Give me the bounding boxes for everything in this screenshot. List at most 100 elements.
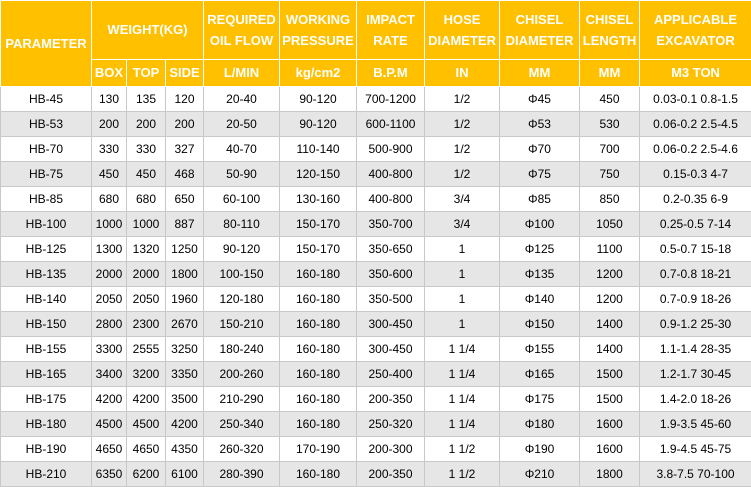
pressure-cell: 150-170 <box>280 212 357 237</box>
table-row: HB-7545045046850-90120-150400-8001/2Φ757… <box>1 162 751 187</box>
chisel-diameter-cell: Φ180 <box>500 412 580 437</box>
chisel-length-cell: 1600 <box>580 437 640 462</box>
weight-top-cell: 680 <box>127 187 166 212</box>
oil-flow-cell: 250-340 <box>204 412 280 437</box>
pressure-cell: 160-180 <box>280 412 357 437</box>
impact-rate-cell: 350-500 <box>357 287 425 312</box>
unit-pressure: kg/cm2 <box>280 59 357 86</box>
weight-top-cell: 2050 <box>127 287 166 312</box>
model-cell: HB-53 <box>1 112 92 137</box>
excavator-cell: 1.2-1.7 30-45 <box>640 362 751 387</box>
excavator-cell: 3.8-7.5 70-100 <box>640 462 751 487</box>
impact-header: IMPACT RATE <box>357 1 425 60</box>
unit-oil-flow: L/MIN <box>204 59 280 86</box>
weight-box-cell: 3300 <box>92 337 127 362</box>
excavator-cell: 0.7-0.9 18-26 <box>640 287 751 312</box>
oil-flow-cell: 260-320 <box>204 437 280 462</box>
weight-box-cell: 3400 <box>92 362 127 387</box>
hose-header-line1: HOSE <box>425 9 499 30</box>
pressure-cell: 160-180 <box>280 262 357 287</box>
hose-diameter-cell: 1 1/2 <box>425 437 500 462</box>
excavator-cell: 0.25-0.5 7-14 <box>640 212 751 237</box>
excavator-cell: 1.9-3.5 45-60 <box>640 412 751 437</box>
table-row: HB-180450045004200250-340160-180250-3201… <box>1 412 751 437</box>
oil-flow-header: REQUIRED OIL FLOW <box>204 1 280 60</box>
chisel-diameter-cell: Φ45 <box>500 87 580 112</box>
excavator-cell: 0.9-1.2 25-30 <box>640 312 751 337</box>
model-cell: HB-165 <box>1 362 92 387</box>
weight-top-cell: 1000 <box>127 212 166 237</box>
impact-rate-cell: 350-600 <box>357 262 425 287</box>
unit-excavator: M3 TON <box>640 59 751 86</box>
weight-side-cell: 3500 <box>166 387 204 412</box>
hose-diameter-cell: 3/4 <box>425 187 500 212</box>
pressure-cell: 160-180 <box>280 362 357 387</box>
weight-side-cell: 3350 <box>166 362 204 387</box>
units-row: BOX TOP SIDE L/MIN kg/cm2 B.P.M IN MM MM… <box>1 59 751 86</box>
hose-diameter-cell: 1/2 <box>425 162 500 187</box>
excavator-cell: 1.4-2.0 18-26 <box>640 387 751 412</box>
pressure-cell: 90-120 <box>280 87 357 112</box>
chisel-diameter-cell: Φ75 <box>500 162 580 187</box>
weight-box-cell: 4500 <box>92 412 127 437</box>
weight-side-cell: 1250 <box>166 237 204 262</box>
model-cell: HB-45 <box>1 87 92 112</box>
oil-flow-cell: 60-100 <box>204 187 280 212</box>
chisel-diameter-cell: Φ53 <box>500 112 580 137</box>
weight-top-cell: 4200 <box>127 387 166 412</box>
table-row: HB-135200020001800100-150160-180350-6001… <box>1 262 751 287</box>
model-cell: HB-100 <box>1 212 92 237</box>
table-row: HB-140205020501960120-180160-180350-5001… <box>1 287 751 312</box>
chisel-length-header-line2: LENGTH <box>580 30 639 51</box>
excavator-cell: 0.5-0.7 15-18 <box>640 237 751 262</box>
table-row: HB-155330025553250180-240160-180300-4501… <box>1 337 751 362</box>
weight-top-cell: 2000 <box>127 262 166 287</box>
weight-top-cell: 2300 <box>127 312 166 337</box>
pressure-cell: 160-180 <box>280 462 357 487</box>
chisel-diameter-cell: Φ140 <box>500 287 580 312</box>
table-row: HB-175420042003500210-290160-180200-3501… <box>1 387 751 412</box>
table-row: HB-8568068065060-100130-160400-8003/4Φ85… <box>1 187 751 212</box>
impact-rate-cell: 350-700 <box>357 212 425 237</box>
impact-rate-cell: 300-450 <box>357 337 425 362</box>
model-cell: HB-210 <box>1 462 92 487</box>
chisel-diameter-cell: Φ165 <box>500 362 580 387</box>
impact-rate-cell: 300-450 <box>357 312 425 337</box>
weight-side-cell: 887 <box>166 212 204 237</box>
excavator-cell: 0.06-0.2 2.5-4.5 <box>640 112 751 137</box>
impact-rate-cell: 400-800 <box>357 162 425 187</box>
excavator-cell: 0.15-0.3 4-7 <box>640 162 751 187</box>
chisel-diameter-cell: Φ150 <box>500 312 580 337</box>
oil-flow-cell: 150-210 <box>204 312 280 337</box>
weight-side-cell: 6100 <box>166 462 204 487</box>
weight-box-cell: 130 <box>92 87 127 112</box>
model-cell: HB-135 <box>1 262 92 287</box>
table-body: HB-4513013512020-4090-120700-12001/2Φ454… <box>1 87 751 487</box>
chisel-length-cell: 700 <box>580 137 640 162</box>
chisel-length-cell: 1600 <box>580 412 640 437</box>
chisel-length-cell: 1200 <box>580 287 640 312</box>
excavator-header: APPLICABLE EXCAVATOR <box>640 1 751 60</box>
impact-rate-cell: 350-650 <box>357 237 425 262</box>
weight-side-cell: 4200 <box>166 412 204 437</box>
weight-top-cell: 2555 <box>127 337 166 362</box>
chisel-diameter-cell: Φ70 <box>500 137 580 162</box>
table-row: HB-150280023002670150-210160-180300-4501… <box>1 312 751 337</box>
model-cell: HB-75 <box>1 162 92 187</box>
unit-box: BOX <box>92 59 127 86</box>
chisel-diameter-cell: Φ155 <box>500 337 580 362</box>
impact-rate-cell: 600-1100 <box>357 112 425 137</box>
table-row: HB-190465046504350260-320170-190200-3001… <box>1 437 751 462</box>
oil-flow-cell: 90-120 <box>204 237 280 262</box>
excavator-cell: 0.06-0.2 2.5-4.6 <box>640 137 751 162</box>
table-row: HB-210635062006100280-390160-180200-3501… <box>1 462 751 487</box>
impact-rate-cell: 250-400 <box>357 362 425 387</box>
impact-rate-cell: 400-800 <box>357 187 425 212</box>
excavator-cell: 0.2-0.35 6-9 <box>640 187 751 212</box>
table-row: HB-165340032003350200-260160-180250-4001… <box>1 362 751 387</box>
chisel-length-cell: 1050 <box>580 212 640 237</box>
weight-top-cell: 450 <box>127 162 166 187</box>
table-row: HB-5320020020020-5090-120600-11001/2Φ535… <box>1 112 751 137</box>
pressure-cell: 160-180 <box>280 337 357 362</box>
oil-flow-header-line2: OIL FLOW <box>204 30 279 51</box>
